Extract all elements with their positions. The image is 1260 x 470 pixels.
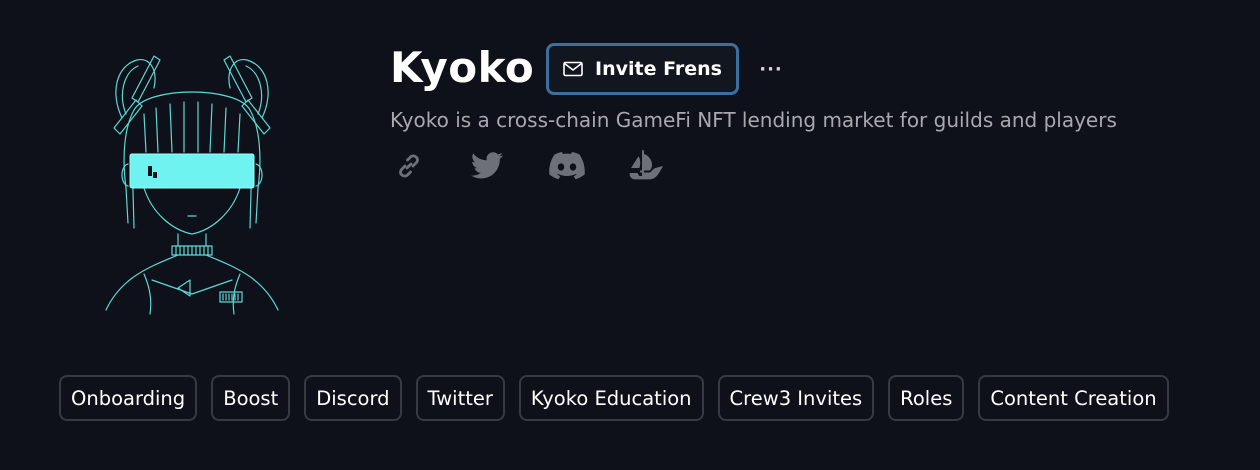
- tag-crew3-invites[interactable]: Crew3 Invites: [717, 375, 875, 421]
- more-options-button[interactable]: ···: [758, 56, 784, 82]
- twitter-icon: [471, 152, 503, 179]
- invite-frens-button[interactable]: Invite Frens: [546, 43, 739, 95]
- tag-list: Onboarding Boost Discord Twitter Kyoko E…: [59, 375, 1169, 421]
- profile-description: Kyoko is a cross-chain GameFi NFT lendin…: [390, 108, 1117, 132]
- more-options-icon: ···: [759, 58, 783, 80]
- profile-avatar: [92, 48, 292, 318]
- tag-roles[interactable]: Roles: [888, 375, 965, 421]
- website-link[interactable]: [390, 148, 428, 184]
- invite-frens-label: Invite Frens: [595, 58, 722, 80]
- discord-icon: [549, 152, 585, 180]
- mail-icon: [563, 61, 583, 77]
- anime-girl-avatar-icon: [105, 55, 279, 315]
- discord-link[interactable]: [548, 148, 586, 184]
- twitter-link[interactable]: [468, 148, 506, 184]
- tag-discord[interactable]: Discord: [304, 375, 402, 421]
- page-title: Kyoko: [390, 43, 535, 92]
- link-icon: [399, 154, 419, 178]
- opensea-icon: [629, 150, 663, 180]
- tag-kyoko-education[interactable]: Kyoko Education: [518, 375, 704, 421]
- opensea-link[interactable]: [628, 148, 666, 184]
- tag-twitter[interactable]: Twitter: [415, 375, 505, 421]
- tag-boost[interactable]: Boost: [211, 375, 291, 421]
- tag-onboarding[interactable]: Onboarding: [59, 375, 198, 421]
- tag-content-creation[interactable]: Content Creation: [978, 375, 1169, 421]
